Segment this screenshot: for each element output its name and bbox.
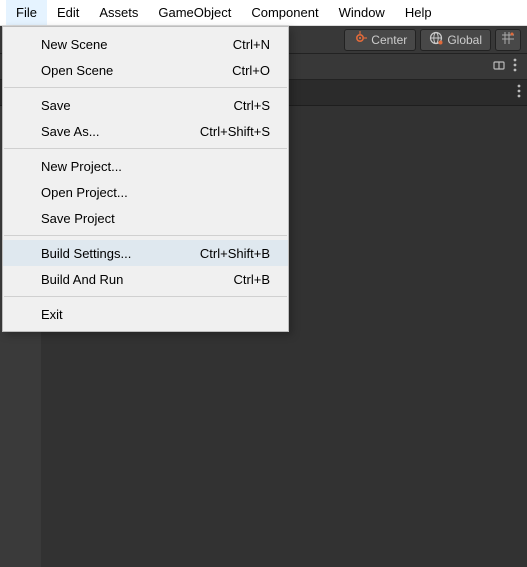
menu-item-label: New Project...: [41, 159, 270, 174]
menu-item-shortcut: Ctrl+N: [233, 37, 270, 52]
menu-item-exit[interactable]: Exit: [3, 301, 288, 327]
menu-item-label: Save: [41, 98, 234, 113]
menu-help[interactable]: Help: [395, 0, 442, 25]
menu-separator: [4, 296, 287, 297]
menu-item-build-and-run[interactable]: Build And RunCtrl+B: [3, 266, 288, 292]
row-menu-icon[interactable]: [517, 84, 521, 101]
menu-item-new-scene[interactable]: New SceneCtrl+N: [3, 31, 288, 57]
menu-item-shortcut: Ctrl+Shift+B: [200, 246, 270, 261]
menu-item-shortcut: Ctrl+B: [234, 272, 270, 287]
collapse-icon[interactable]: [493, 59, 505, 74]
menu-bar: FileEditAssetsGameObjectComponentWindowH…: [0, 0, 527, 26]
menu-window[interactable]: Window: [329, 0, 395, 25]
menu-item-label: Build Settings...: [41, 246, 200, 261]
menu-item-label: Save As...: [41, 124, 200, 139]
menu-separator: [4, 87, 287, 88]
menu-item-label: Open Project...: [41, 185, 270, 200]
menu-item-label: Open Scene: [41, 63, 232, 78]
menu-item-shortcut: Ctrl+S: [234, 98, 270, 113]
menu-item-save-project[interactable]: Save Project: [3, 205, 288, 231]
menu-file[interactable]: File: [6, 0, 47, 25]
handle-rotation-button[interactable]: Global: [420, 29, 491, 51]
file-menu-dropdown: New SceneCtrl+NOpen SceneCtrl+OSaveCtrl+…: [2, 26, 289, 332]
menu-item-save-as[interactable]: Save As...Ctrl+Shift+S: [3, 118, 288, 144]
handle-rotation-label: Global: [447, 33, 482, 47]
menu-assets[interactable]: Assets: [89, 0, 148, 25]
menu-item-label: Save Project: [41, 211, 270, 226]
menu-item-save[interactable]: SaveCtrl+S: [3, 92, 288, 118]
menu-item-shortcut: Ctrl+Shift+S: [200, 124, 270, 139]
pivot-mode-button[interactable]: Center: [344, 29, 416, 51]
menu-item-shortcut: Ctrl+O: [232, 63, 270, 78]
snap-toggle-button[interactable]: [495, 29, 521, 51]
pivot-icon: [353, 31, 367, 48]
menu-item-open-project[interactable]: Open Project...: [3, 179, 288, 205]
menu-item-open-scene[interactable]: Open SceneCtrl+O: [3, 57, 288, 83]
menu-component[interactable]: Component: [241, 0, 328, 25]
pivot-mode-label: Center: [371, 33, 407, 47]
menu-edit[interactable]: Edit: [47, 0, 89, 25]
menu-separator: [4, 235, 287, 236]
menu-gameobject[interactable]: GameObject: [148, 0, 241, 25]
menu-item-new-project[interactable]: New Project...: [3, 153, 288, 179]
menu-separator: [4, 148, 287, 149]
panel-menu-icon[interactable]: [513, 58, 517, 75]
menu-item-label: Build And Run: [41, 272, 234, 287]
grid-snap-icon: [501, 31, 515, 48]
globe-icon: [429, 31, 443, 48]
menu-item-label: Exit: [41, 307, 270, 322]
menu-item-label: New Scene: [41, 37, 233, 52]
menu-item-build-settings[interactable]: Build Settings...Ctrl+Shift+B: [3, 240, 288, 266]
